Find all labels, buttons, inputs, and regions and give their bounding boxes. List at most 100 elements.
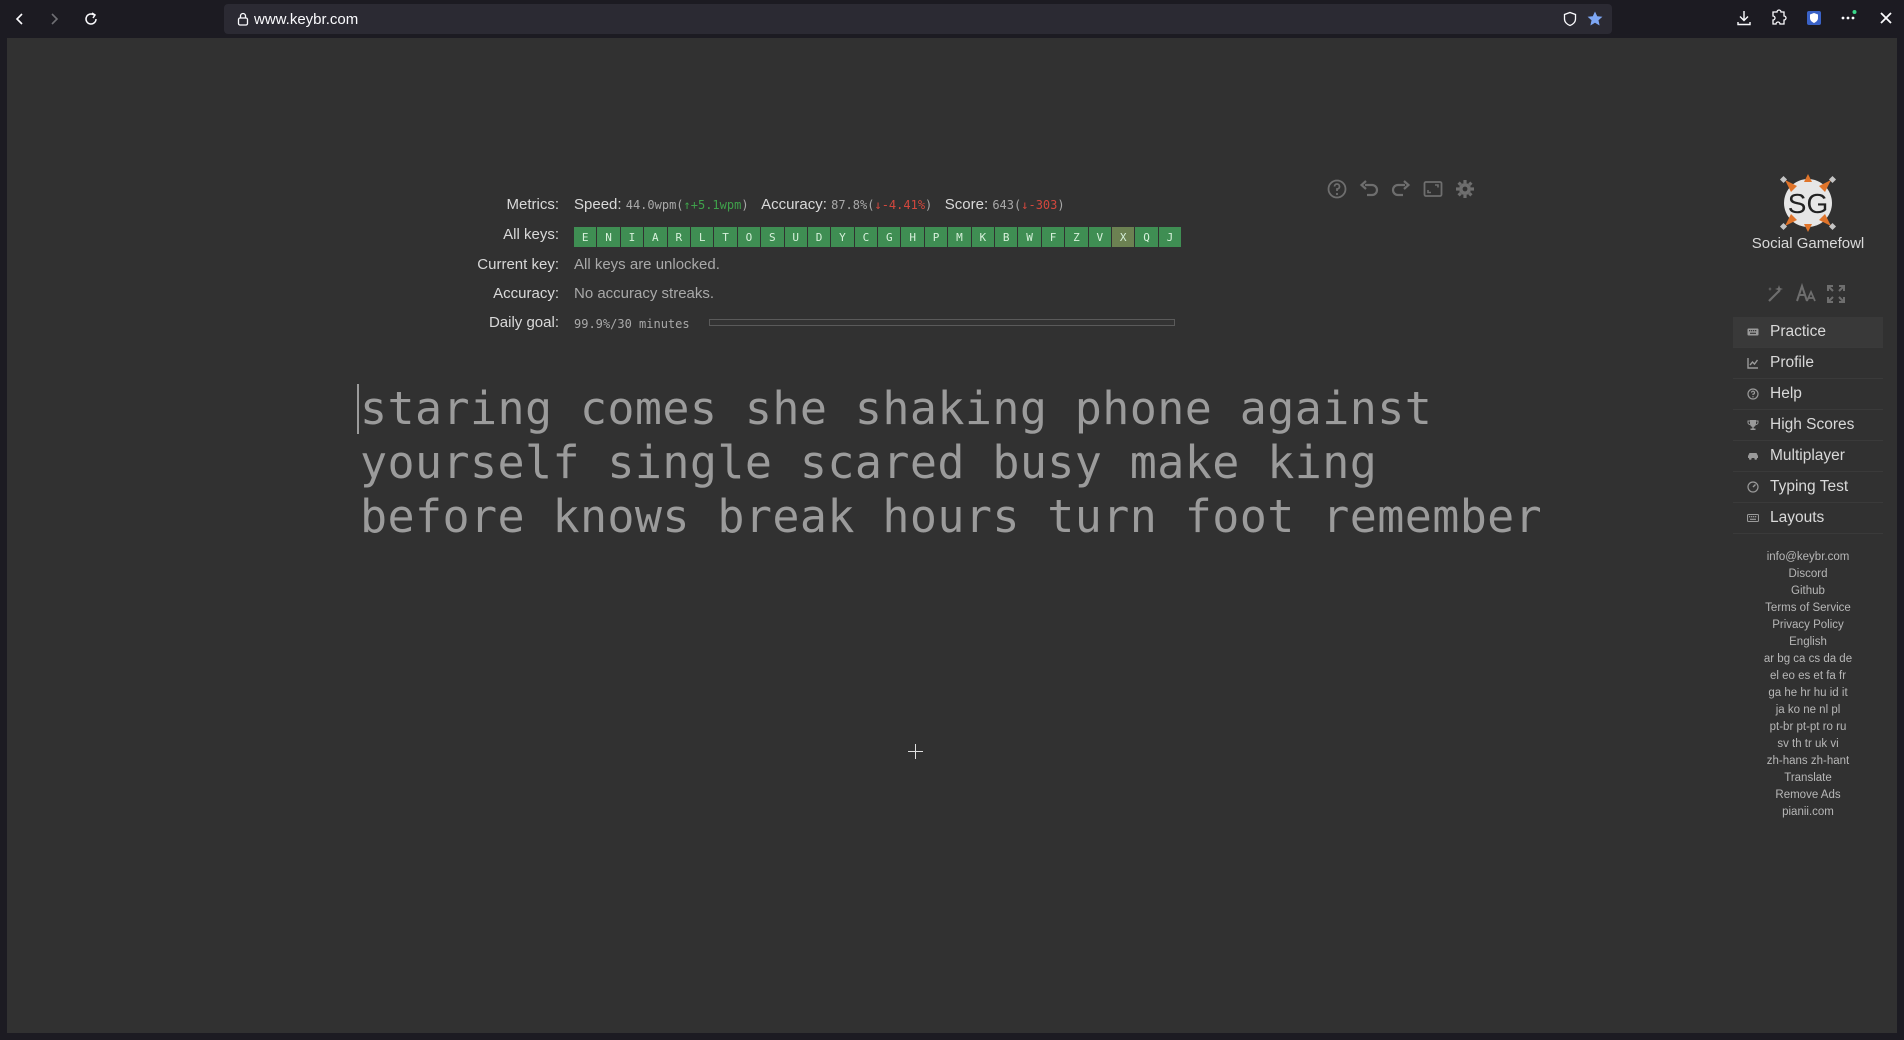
- key-badge[interactable]: W: [1018, 227, 1041, 247]
- sidebar-item-profile[interactable]: Profile: [1733, 348, 1883, 379]
- metrics-values: Speed: 44.0wpm(↑+5.1wpm) Accuracy: 87.8%…: [574, 196, 1065, 213]
- sidebar-item-label: High Scores: [1770, 416, 1855, 433]
- help-circle-icon[interactable]: [1325, 177, 1349, 201]
- score-delta: ↓-303: [1021, 198, 1058, 212]
- back-button[interactable]: [7, 6, 33, 32]
- speed-label: Speed:: [574, 196, 622, 213]
- close-window-icon[interactable]: [1876, 8, 1896, 28]
- key-badge[interactable]: J: [1158, 227, 1182, 247]
- key-badge[interactable]: E: [574, 227, 597, 247]
- gauge-icon: [1747, 481, 1759, 493]
- key-badge[interactable]: H: [901, 227, 924, 247]
- footer-link[interactable]: ar bg ca cs da de: [1733, 651, 1883, 668]
- key-badge[interactable]: Y: [831, 227, 854, 247]
- avatar-initials: SG: [1788, 188, 1828, 219]
- current-key-label: Current key:: [477, 256, 559, 273]
- sidebar-tools: [1764, 282, 1848, 306]
- back-arrow-icon: [15, 13, 23, 25]
- avatar[interactable]: SG: [1777, 172, 1839, 234]
- daily-goal-progress-bar: [709, 319, 1175, 326]
- magic-wand-icon[interactable]: [1764, 282, 1788, 306]
- accuracy-streak-label: Accuracy:: [493, 285, 559, 302]
- key-badge[interactable]: M: [948, 227, 971, 247]
- footer-link[interactable]: ga he hr hu id it: [1733, 685, 1883, 702]
- forward-button[interactable]: [41, 6, 67, 32]
- key-list: ENIARLTOSUDYCGHPMKBWFZVXQJ: [574, 227, 1182, 247]
- privacy-extension-icon[interactable]: [1804, 8, 1824, 28]
- footer-link[interactable]: Privacy Policy: [1733, 617, 1883, 634]
- speed-delta: ↑+5.1wpm: [683, 198, 742, 212]
- footer-link[interactable]: el eo es et fa fr: [1733, 668, 1883, 685]
- footer-link[interactable]: pt-br pt-pt ro ru: [1733, 719, 1883, 736]
- key-badge[interactable]: O: [737, 227, 761, 247]
- daily-goal-progress-fill: [710, 320, 1174, 325]
- key-badge[interactable]: P: [924, 227, 948, 247]
- settings-gear-icon[interactable]: [1453, 177, 1477, 201]
- redo-icon[interactable]: [1389, 177, 1413, 201]
- address-bar[interactable]: www.keybr.com: [224, 4, 1612, 34]
- mouse-crosshair-icon: [908, 744, 923, 759]
- sidebar-item-label: Multiplayer: [1770, 447, 1845, 464]
- key-badge[interactable]: C: [854, 227, 878, 247]
- fullscreen-frame-icon[interactable]: [1421, 177, 1445, 201]
- sidebar-item-typing-test[interactable]: Typing Test: [1733, 472, 1883, 503]
- sidebar-item-label: Help: [1770, 385, 1802, 402]
- key-badge[interactable]: V: [1088, 227, 1111, 247]
- key-badge[interactable]: U: [784, 227, 807, 247]
- practice-line: yourself single scared busy make king: [360, 436, 1378, 489]
- key-badge[interactable]: K: [971, 227, 995, 247]
- bookmark-star-icon[interactable]: [1586, 10, 1604, 28]
- footer-link[interactable]: info@keybr.com: [1733, 549, 1883, 566]
- tracking-protection-shield-icon[interactable]: [1562, 11, 1578, 27]
- key-badge[interactable]: S: [761, 227, 784, 247]
- sidebar-item-layouts[interactable]: Layouts: [1733, 503, 1883, 534]
- footer-link[interactable]: pianii.com: [1733, 804, 1883, 821]
- menu-overflow-icon[interactable]: [1838, 8, 1858, 28]
- key-badge[interactable]: D: [807, 227, 831, 247]
- practice-text-area[interactable]: staring comes she shaking phone against …: [360, 382, 1560, 544]
- reload-button[interactable]: [78, 6, 104, 32]
- sidebar-item-practice[interactable]: Practice: [1733, 317, 1883, 348]
- font-size-icon[interactable]: [1794, 282, 1818, 306]
- footer-link[interactable]: sv th tr uk vi: [1733, 736, 1883, 753]
- sidebar-item-multiplayer[interactable]: Multiplayer: [1733, 441, 1883, 472]
- expand-icon[interactable]: [1824, 282, 1848, 306]
- browser-toolbar: www.keybr.com: [0, 0, 1904, 38]
- undo-icon[interactable]: [1357, 177, 1381, 201]
- help-icon: [1747, 388, 1759, 400]
- footer-link[interactable]: Translate: [1733, 770, 1883, 787]
- key-badge[interactable]: L: [690, 227, 714, 247]
- sidebar-item-help[interactable]: Help: [1733, 379, 1883, 410]
- sidebar-item-high-scores[interactable]: High Scores: [1733, 410, 1883, 441]
- practice-line: before knows break hours turn foot remem…: [360, 490, 1543, 543]
- sidebar-item-label: Profile: [1770, 354, 1814, 371]
- key-badge[interactable]: A: [644, 227, 667, 247]
- key-badge[interactable]: Q: [1135, 227, 1158, 247]
- downloads-icon[interactable]: [1734, 8, 1754, 28]
- key-badge[interactable]: G: [878, 227, 901, 247]
- keyboard-icon: [1747, 512, 1759, 524]
- key-badge[interactable]: R: [667, 227, 690, 247]
- footer-link[interactable]: ja ko ne nl pl: [1733, 702, 1883, 719]
- footer-link[interactable]: Remove Ads: [1733, 787, 1883, 804]
- key-badge[interactable]: F: [1041, 227, 1065, 247]
- key-badge[interactable]: X: [1111, 227, 1135, 247]
- extensions-icon[interactable]: [1769, 8, 1789, 28]
- score-value: 643: [992, 198, 1015, 212]
- url-text[interactable]: www.keybr.com: [254, 11, 358, 28]
- key-badge[interactable]: T: [714, 227, 737, 247]
- accuracy-streak-value: No accuracy streaks.: [574, 285, 715, 302]
- footer-link[interactable]: zh-hans zh-hant: [1733, 753, 1883, 770]
- key-badge[interactable]: I: [620, 227, 644, 247]
- key-badge[interactable]: B: [995, 227, 1018, 247]
- footer-link[interactable]: Github: [1733, 583, 1883, 600]
- text-cursor: [357, 384, 359, 434]
- trophy-icon: [1747, 419, 1759, 431]
- key-badge[interactable]: N: [597, 227, 620, 247]
- footer-link[interactable]: English: [1733, 634, 1883, 651]
- sidebar-item-label: Layouts: [1770, 509, 1825, 526]
- footer-link[interactable]: Discord: [1733, 566, 1883, 583]
- footer-link[interactable]: Terms of Service: [1733, 600, 1883, 617]
- key-badge[interactable]: Z: [1065, 227, 1088, 247]
- user-name[interactable]: Social Gamefowl: [1720, 235, 1896, 252]
